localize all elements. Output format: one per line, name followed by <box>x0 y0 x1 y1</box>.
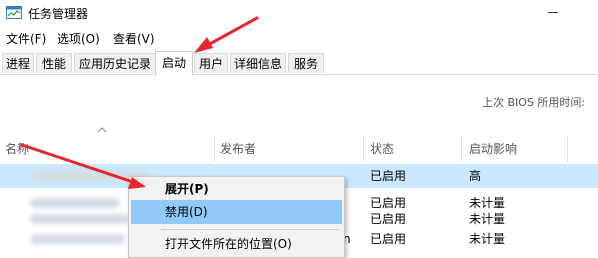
column-name[interactable]: 名称 <box>5 136 29 162</box>
menu-separator <box>161 229 339 230</box>
sort-ascending-icon <box>97 127 107 133</box>
column-divider[interactable] <box>363 136 364 162</box>
tab-services[interactable]: 服务 <box>288 53 324 73</box>
column-divider[interactable] <box>214 136 215 162</box>
title-bar: 任务管理器 <box>0 0 598 26</box>
tab-users[interactable]: 用户 <box>194 53 228 73</box>
column-status[interactable]: 状态 <box>370 136 394 162</box>
row-impact: 未计量 <box>469 232 506 246</box>
column-divider[interactable] <box>461 136 462 162</box>
tab-processes[interactable]: 进程 <box>2 53 34 73</box>
menu-item-label: 打开文件所在的位置(O) <box>165 237 292 251</box>
menu-file[interactable]: 文件(F) <box>6 29 46 49</box>
task-manager-icon <box>6 6 22 19</box>
column-startup-impact[interactable]: 启动影响 <box>469 136 517 162</box>
column-publisher[interactable]: 发布者 <box>220 136 256 162</box>
row-status: 已启用 <box>370 169 407 183</box>
menu-item-label: 展开(P) <box>165 182 209 196</box>
tab-app-history[interactable]: 应用历史记录 <box>74 53 156 73</box>
last-bios-time: 上次 BIOS 所用时间: <box>482 96 586 109</box>
menu-item-disable[interactable]: 禁用(D) <box>131 200 342 224</box>
column-divider[interactable] <box>567 136 568 162</box>
row-impact: 高 <box>469 169 482 183</box>
menu-item-label: 禁用(D) <box>165 205 208 219</box>
menu-bar: 文件(F) 选项(O) 查看(V) <box>0 29 598 49</box>
redacted-app-name <box>30 234 125 244</box>
minimize-button[interactable] <box>538 0 566 26</box>
redacted-app-name <box>30 214 130 224</box>
tab-strip: 进程 性能 应用历史记录 启动 用户 详细信息 服务 <box>0 51 598 75</box>
row-status: 已启用 <box>370 232 407 246</box>
window-title: 任务管理器 <box>28 7 89 21</box>
tab-performance[interactable]: 性能 <box>36 53 72 73</box>
menu-item-expand[interactable]: 展开(P) <box>131 177 342 201</box>
tab-details[interactable]: 详细信息 <box>230 53 286 73</box>
tab-divider <box>0 74 598 75</box>
menu-view[interactable]: 查看(V) <box>113 29 155 49</box>
context-menu: 展开(P) 禁用(D) 打开文件所在的位置(O) <box>128 176 345 258</box>
column-header-row: 名称 发布者 状态 启动影响 <box>0 136 598 162</box>
tab-startup[interactable]: 启动 <box>155 51 193 75</box>
menu-options[interactable]: 选项(O) <box>57 29 100 49</box>
menu-item-open-location[interactable]: 打开文件所在的位置(O) <box>131 232 342 256</box>
